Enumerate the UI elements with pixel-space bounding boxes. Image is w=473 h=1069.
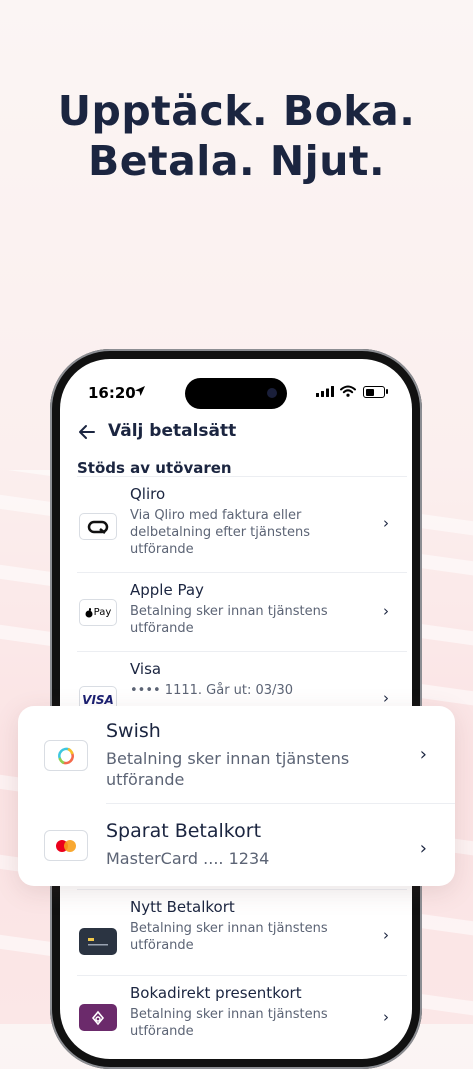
chevron-right-icon: › [383,514,389,532]
gift-card-icon [79,1004,117,1031]
battery-tip [386,389,388,394]
chevron-right-icon: › [383,602,389,620]
mastercard-icon [44,830,88,861]
payment-method-subtitle: Betalning sker innan tjänstens utförande [130,1007,328,1039]
featured-methods-card: Swish Betalning sker innan tjänstens utf… [18,706,455,886]
location-arrow-icon [135,386,145,396]
payment-method-subtitle: Betalning sker innan tjänstens utförande [130,604,328,636]
back-arrow-icon[interactable] [78,423,96,441]
payment-method-apple-pay[interactable]: Pay Apple Pay Betalning sker innan tjäns… [77,572,407,652]
payment-method-subtitle: •••• 1111. Går ut: 03/30 [130,683,293,698]
featured-method-title: Swish [106,720,161,742]
payment-method-qliro[interactable]: Qliro Via Qliro med faktura eller delbet… [77,476,407,573]
payment-method-title: Visa [130,660,162,678]
payment-method-gift-card[interactable]: Bokadirekt presentkort Betalning sker in… [77,975,407,1059]
payment-method-new-card[interactable]: Nytt Betalkort Betalning sker innan tjän… [77,889,407,976]
chevron-right-icon: › [419,838,427,859]
chevron-right-icon: › [383,1008,389,1026]
card-icon [79,928,117,955]
headline-line-1: Upptäck. Boka. [57,87,416,135]
payment-method-subtitle: Via Qliro med faktura eller delbetalning… [130,508,310,557]
featured-method-saved-card[interactable]: Sparat Betalkort MasterCard .... 1234 › [18,804,455,886]
status-bar: 16:20 [60,373,412,409]
chevron-right-icon: › [383,926,389,944]
featured-method-subtitle: Betalning sker innan tjänstens utförande [106,749,350,789]
apple-pay-icon: Pay [79,599,117,626]
headline: Upptäck. Boka. Betala. Njut. [0,86,473,186]
wifi-icon [340,385,356,397]
chevron-right-icon: › [419,744,427,765]
cellular-signal-icon [316,386,334,397]
section-title: Stöds av utövaren [77,459,232,477]
apple-pay-label: Pay [93,607,112,618]
camera-icon [267,388,277,398]
featured-method-title: Sparat Betalkort [106,820,262,842]
status-time: 16:20 [88,384,136,402]
swish-icon [44,740,88,771]
payment-method-title: Apple Pay [130,581,204,599]
featured-method-subtitle: MasterCard .... 1234 [106,849,270,868]
nav-bar: Välj betalsätt [78,421,398,445]
featured-method-swish[interactable]: Swish Betalning sker innan tjänstens utf… [18,706,455,803]
chevron-right-icon: › [383,689,389,707]
dynamic-island [185,378,287,409]
battery-level [365,388,374,396]
headline-line-2: Betala. Njut. [87,137,386,185]
payment-method-title: Nytt Betalkort [130,898,235,916]
payment-method-subtitle: Betalning sker innan tjänstens utförande [130,921,328,953]
qliro-icon [79,513,117,540]
payment-method-title: Bokadirekt presentkort [130,984,302,1002]
page-title: Välj betalsätt [108,421,237,441]
payment-method-title: Qliro [130,485,166,503]
battery-icon [363,386,385,398]
